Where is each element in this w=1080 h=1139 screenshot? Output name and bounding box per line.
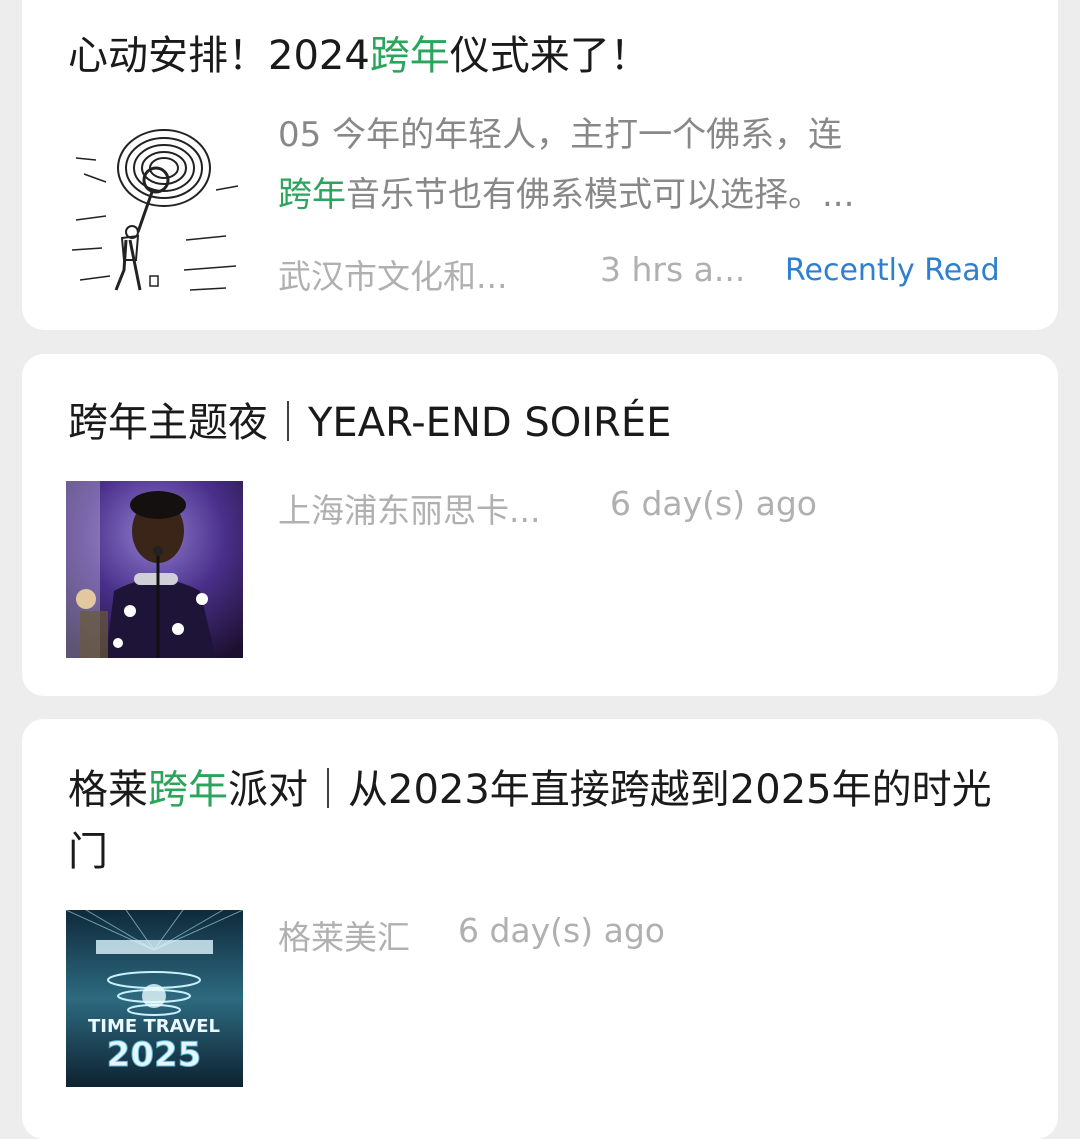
summary-line: 音乐节也有佛系模式可以选择。... — [346, 175, 855, 215]
sketch-illustration-icon[interactable] — [66, 120, 243, 297]
title-text: 心动安排！2024 — [68, 33, 370, 79]
time-travel-poster-icon[interactable]: TIME TRAVEL 2025 — [66, 910, 243, 1087]
article-source[interactable]: 武汉市文化和... — [278, 250, 507, 298]
article-source[interactable]: 格莱美汇 — [278, 911, 410, 959]
article-card-3[interactable]: 格莱跨年派对｜从2023年直接跨越到2025年的时光门 TIME TRAVEL … — [22, 719, 1058, 1139]
article-source[interactable]: 上海浦东丽思卡... — [278, 484, 540, 532]
article-summary: 05 今年的年轻人，主打一个佛系，连 跨年音乐节也有佛系模式可以选择。... — [278, 105, 1018, 225]
title-keyword-highlight: 跨年 — [369, 33, 450, 79]
title-text: 仪式来了！ — [449, 33, 650, 79]
article-time: 6 day(s) ago — [610, 484, 817, 523]
article-card-2[interactable]: 跨年主题夜｜YEAR-END SOIRÉE 上海浦东丽思卡... 6 day(s… — [22, 354, 1058, 696]
recently-read-badge: Recently Read — [785, 253, 1000, 288]
title-text: 格莱 — [68, 767, 148, 813]
article-title[interactable]: 格莱跨年派对｜从2023年直接跨越到2025年的时光门 — [68, 759, 1008, 883]
title-keyword-highlight: 跨年 — [148, 767, 228, 813]
article-title[interactable]: 跨年主题夜｜YEAR-END SOIRÉE — [68, 392, 1018, 454]
article-time: 3 hrs a... — [600, 250, 746, 289]
poster-title-text: TIME TRAVEL — [88, 1016, 220, 1037]
article-card-1[interactable]: 心动安排！2024跨年仪式来了！ 05 今年的年轻人，主打一个佛系，连 跨年音乐… — [22, 0, 1058, 330]
singer-photo-icon[interactable] — [66, 481, 243, 658]
article-title[interactable]: 心动安排！2024跨年仪式来了！ — [68, 25, 1018, 87]
article-time: 6 day(s) ago — [458, 911, 665, 950]
poster-year-text: 2025 — [107, 1035, 202, 1075]
summary-line: 05 今年的年轻人，主打一个佛系，连 — [278, 115, 843, 155]
summary-keyword-highlight: 跨年 — [278, 175, 346, 215]
